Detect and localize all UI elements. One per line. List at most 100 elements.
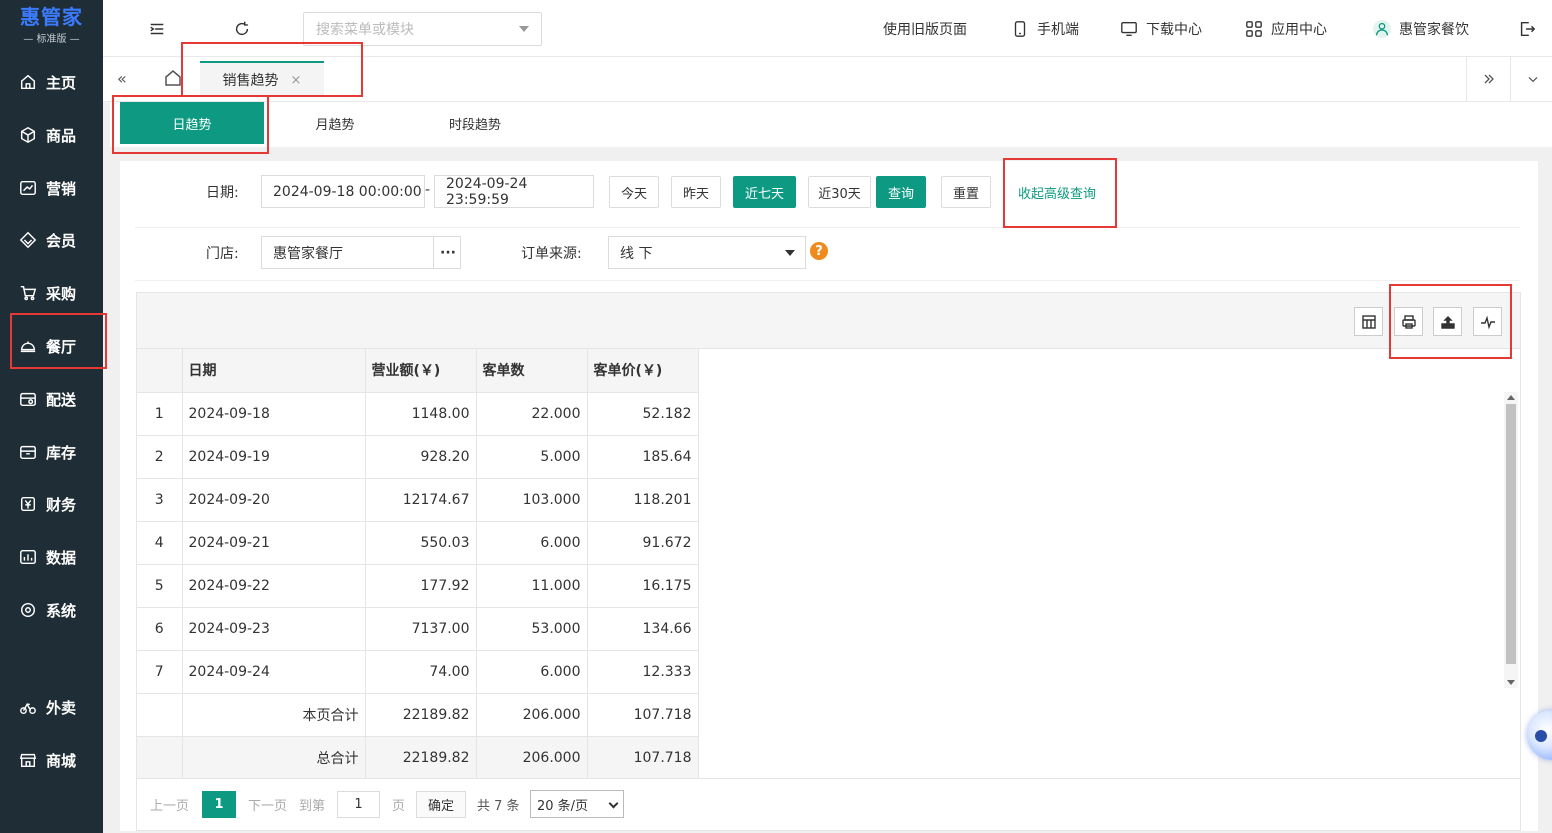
store-input[interactable]: 惠管家餐厅 [261,236,434,269]
apps-label: 应用中心 [1271,21,1327,38]
scrollbar-thumb[interactable] [1506,404,1516,664]
refresh-icon [235,21,249,36]
collapse-menu-button[interactable] [146,18,168,40]
sidebar-item-system[interactable]: 系统 [0,590,103,630]
cell-orders: 22.000 [476,392,588,436]
today-button[interactable]: 今天 [609,176,659,208]
refresh-button[interactable] [231,18,253,40]
settings-icon [18,600,38,620]
table-row[interactable]: 4 2024-09-21 550.03 6.000 91.672 [137,521,699,565]
column-header-avg-price[interactable]: 客单价(￥) [587,349,699,393]
delivery-icon [18,389,38,409]
store-picker-button[interactable]: ··· [433,236,461,269]
date-label: 日期: [206,185,239,201]
yesterday-button[interactable]: 昨天 [671,176,721,208]
order-source-value: 线 下 [620,245,653,262]
cloche-icon [18,336,38,356]
sidebar-item-mall[interactable]: 商城 [0,740,103,780]
app-center-link[interactable]: 应用中心 [1245,0,1327,57]
grand-total-orders: 206.000 [476,736,588,780]
cell-date: 2024-09-24 [182,650,366,694]
sidebar-item-label: 商城 [46,751,77,770]
menu-search-input[interactable]: 搜索菜单或模块 [303,12,542,46]
home-tab[interactable] [163,68,183,88]
sidebar-item-goods[interactable]: 商品 [0,115,103,155]
table-row[interactable]: 3 2024-09-20 12174.67 103.000 118.201 [137,478,699,522]
scroll-up-arrow[interactable] [1507,395,1515,400]
menu-fold-icon [150,23,164,35]
subtab-daily-trend[interactable]: 日趋势 [120,102,264,144]
sidebar-item-finance[interactable]: 财务 [0,484,103,524]
mobile-label: 手机端 [1037,21,1079,38]
goto-page-input[interactable]: 1 [337,791,380,818]
date-start-input[interactable]: 2024-09-18 00:00:00 [261,175,425,208]
sidebar-item-delivery[interactable]: 配送 [0,379,103,419]
print-button[interactable] [1394,307,1423,336]
old-page-link[interactable]: 使用旧版页面 [883,0,967,57]
table-scrollbar[interactable] [1504,392,1518,688]
close-tab-button[interactable]: × [291,73,302,88]
subtab-monthly-trend[interactable]: 月趋势 [270,102,400,144]
sidebar-item-takeout[interactable]: 外卖 [0,687,103,727]
column-header-orders[interactable]: 客单数 [476,349,588,393]
last-30-days-button[interactable]: 近30天 [808,176,871,208]
subtab-hourly-trend[interactable]: 时段趋势 [410,102,540,144]
page-size-select[interactable]: 20 条/页 [530,790,624,818]
sidebar-item-members[interactable]: 会员 [0,220,103,260]
scroll-down-arrow[interactable] [1507,680,1515,685]
sidebar-item-home[interactable]: 主页 [0,62,103,102]
logout-icon [1520,21,1536,37]
date-end-input[interactable]: 2024-09-24 23:59:59 [434,175,594,208]
sidebar-item-inventory[interactable]: 库存 [0,432,103,472]
cell-date: 2024-09-19 [182,435,366,479]
table-row[interactable]: 7 2024-09-24 74.00 6.000 12.333 [137,650,699,694]
query-button[interactable]: 查询 [876,176,926,208]
cell-revenue: 12174.67 [365,478,477,522]
goto-confirm-button[interactable]: 确定 [416,791,466,818]
row-index [137,693,183,737]
help-icon[interactable]: ? [810,242,828,260]
chevron-down-icon [1528,76,1538,83]
collapse-advanced-query-link[interactable]: 收起高级查询 [1018,183,1096,202]
order-source-select[interactable]: 线 下 [608,236,806,269]
columns-button[interactable] [1354,307,1383,336]
tabs-scroll-left-button[interactable]: « [117,69,127,88]
sidebar-item-label: 营销 [46,179,77,198]
current-page-button[interactable]: 1 [202,791,236,818]
tabs-dropdown-button[interactable] [1510,57,1552,101]
sidebar-item-purchase[interactable]: 采购 [0,273,103,313]
tabs-scroll-right-button[interactable] [1466,57,1511,101]
sidebar-item-label: 商品 [46,126,77,145]
download-label: 下载中心 [1146,21,1202,38]
mobile-link[interactable]: 手机端 [1011,0,1079,57]
store-icon [18,750,38,770]
total-count: 共 7 条 [477,799,520,814]
sidebar-item-marketing[interactable]: 营销 [0,168,103,208]
table-row[interactable]: 1 2024-09-18 1148.00 22.000 52.182 [137,392,699,436]
sidebar-item-label: 系统 [46,601,77,620]
home-icon [165,70,181,86]
logout-button[interactable] [1516,18,1538,40]
inventory-icon [18,442,38,462]
chart-view-button[interactable] [1473,307,1502,336]
cell-avg-price: 118.201 [587,478,699,522]
download-center-link[interactable]: 下载中心 [1120,0,1202,57]
table-row[interactable]: 5 2024-09-22 177.92 11.000 16.175 [137,564,699,608]
last-7-days-button[interactable]: 近七天 [733,176,796,208]
double-chevron-right-icon [1484,74,1494,84]
column-header-revenue[interactable]: 营业额(￥) [365,349,477,393]
reset-button[interactable]: 重置 [941,176,991,208]
trend-subtabs: 日趋势 月趋势 时段趋势 [110,102,1552,147]
prev-page-button[interactable]: 上一页 [150,795,189,814]
search-placeholder: 搜索菜单或模块 [316,22,414,38]
next-page-button[interactable]: 下一页 [248,795,287,814]
tab-sales-trend[interactable]: 销售趋势 × [200,61,324,97]
sidebar-item-restaurant[interactable]: 餐厅 [0,326,103,366]
export-button[interactable] [1433,307,1462,336]
column-header-date[interactable]: 日期 [182,349,366,393]
diamond-icon [18,230,38,250]
table-row[interactable]: 6 2024-09-23 7137.00 53.000 134.66 [137,607,699,651]
table-row[interactable]: 2 2024-09-19 928.20 5.000 185.64 [137,435,699,479]
sidebar-item-data[interactable]: 数据 [0,537,103,577]
user-menu[interactable]: 惠管家餐饮 [1373,0,1469,57]
